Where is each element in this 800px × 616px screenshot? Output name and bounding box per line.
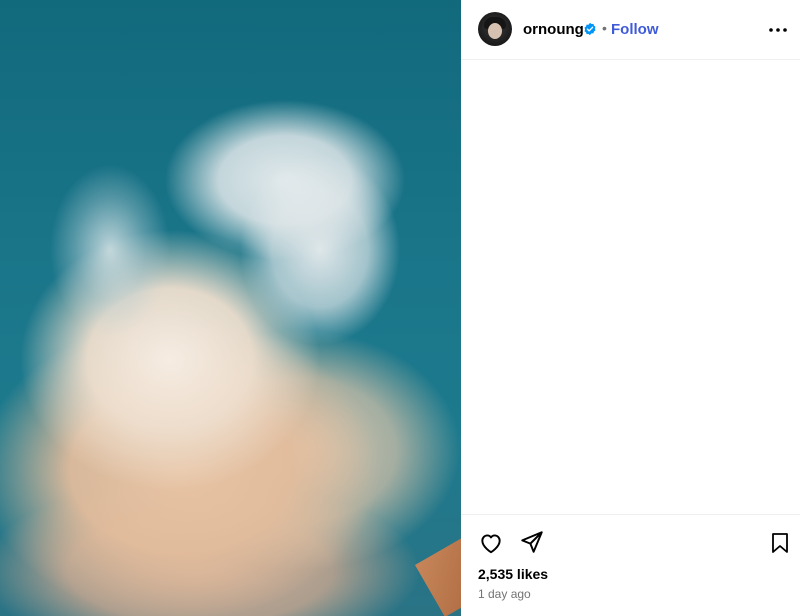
post-header: ornoung • Follow — [461, 0, 800, 60]
bookmark-icon[interactable] — [768, 530, 792, 556]
username-link[interactable]: ornoung — [523, 21, 584, 38]
share-icon[interactable] — [519, 529, 545, 555]
likes-count[interactable]: 2,535 likes — [478, 566, 548, 582]
separator-dot: • — [602, 20, 607, 36]
heart-icon[interactable] — [478, 530, 504, 556]
post-actions: 2,535 likes 1 day ago — [461, 514, 800, 616]
avatar-face — [488, 23, 502, 39]
post-photo[interactable] — [0, 0, 461, 616]
verified-badge-icon — [584, 22, 596, 36]
avatar[interactable] — [478, 12, 512, 46]
post-side-panel: ornoung • Follow 2,535 likes 1 day ago — [461, 0, 800, 616]
post-timestamp[interactable]: 1 day ago — [478, 587, 531, 601]
more-options-icon[interactable] — [766, 18, 790, 42]
follow-button[interactable]: Follow — [611, 21, 659, 38]
roof-corner — [415, 535, 461, 616]
